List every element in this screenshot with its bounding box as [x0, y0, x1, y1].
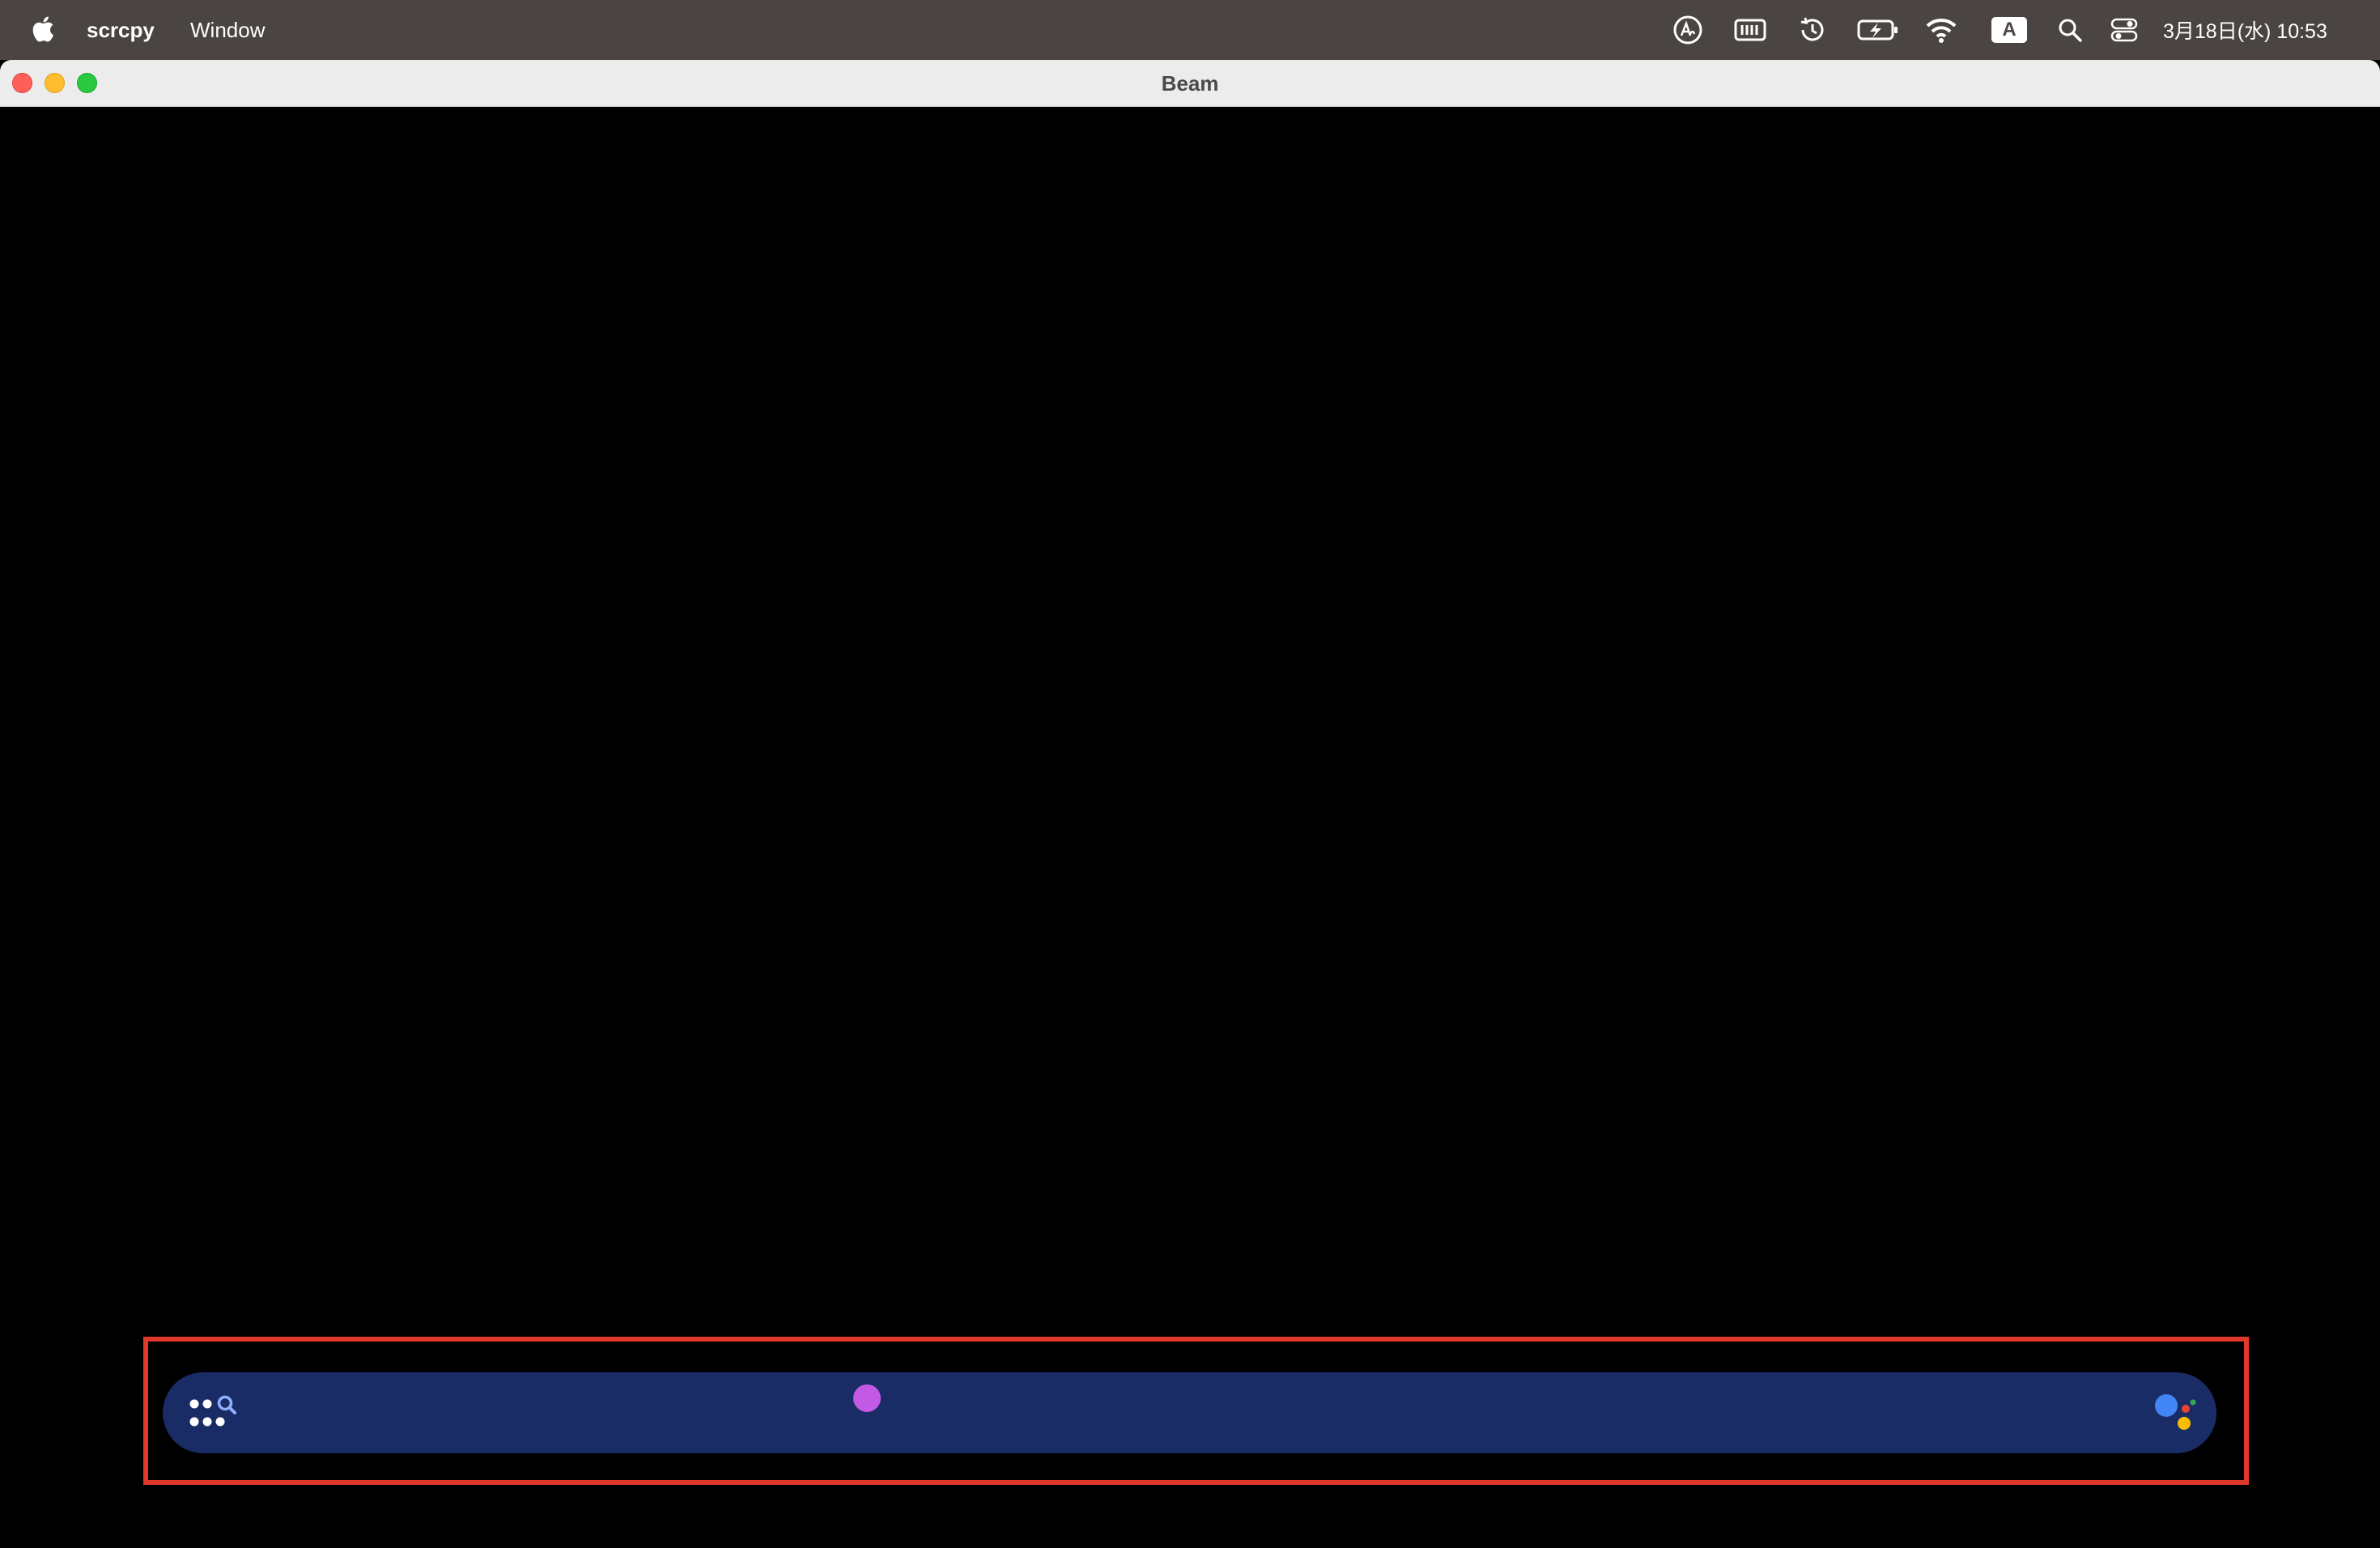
menu-window[interactable]: Window [190, 0, 265, 60]
control-center-icon[interactable] [2110, 15, 2139, 45]
battery-charging-icon[interactable] [1857, 15, 1899, 45]
menubar-clock[interactable]: 3月18日(水) 10:53 [2163, 0, 2327, 60]
apple-icon[interactable] [31, 13, 58, 45]
wifi-icon[interactable] [1925, 15, 1957, 45]
device-screen[interactable] [0, 107, 2380, 1548]
highlight-box [143, 1337, 2249, 1485]
app-menu-scrcpy[interactable]: scrcpy [87, 0, 155, 60]
input-mode-label: A [1991, 17, 2027, 43]
time-machine-icon[interactable] [1798, 15, 1827, 45]
handwriting-icon[interactable] [1672, 15, 1703, 45]
window-title: Beam [1161, 70, 1219, 96]
input-mode-icon[interactable]: A [1991, 15, 2027, 45]
menu-bar: scrcpy Window A 3月18日(水) 10:53 [0, 0, 2380, 60]
spotlight-search-icon[interactable] [2056, 15, 2084, 45]
keyboard-icon[interactable] [1734, 15, 1766, 45]
